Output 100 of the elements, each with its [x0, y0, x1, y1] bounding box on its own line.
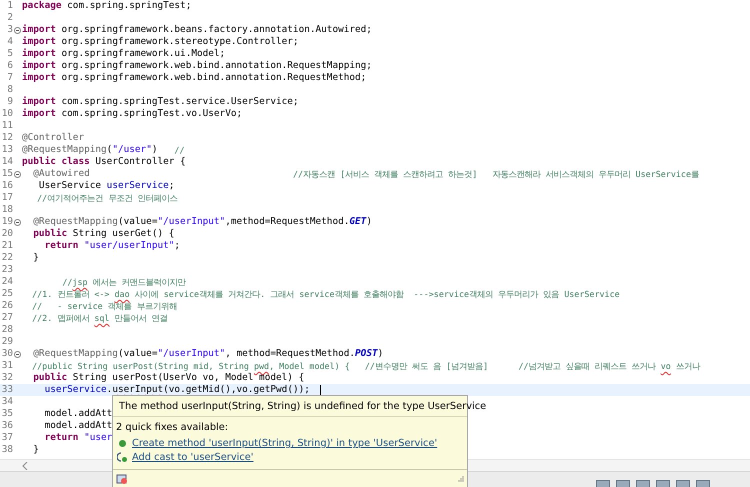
code-text: jsp [72, 276, 88, 288]
code-text: import [22, 108, 56, 120]
code-text: "user [84, 432, 112, 444]
code-text: "/user" [112, 144, 152, 156]
line-number: 2 [6, 12, 13, 24]
code-text: //여기적어주는건 무조건 인터페이스 [36, 192, 178, 204]
code-text: public [32, 372, 68, 384]
code-text: ; [174, 240, 180, 252]
line-number: 14 [0, 156, 13, 168]
code-text: com.spring.springTest.service.UserService; [60, 96, 299, 108]
code-text: . [106, 384, 112, 396]
line-number: 34 [0, 396, 13, 408]
code-text: dao [114, 288, 130, 300]
code-text: vo [660, 360, 671, 372]
code-text: "/userInput" [157, 348, 226, 360]
code-text: import [22, 96, 56, 108]
code-text: //자동스캔 [서비스 객체를 스캔하려고 하는것] 자동스캔해라 서비스객체의 우두머리 UserService를 [292, 168, 699, 180]
code-text: @RequestMapping [32, 216, 118, 228]
code-text: import [22, 36, 56, 48]
code-text: org.springframework.web.bind.annotation.RequestMapping; [60, 60, 372, 72]
code-text: @Controller [22, 132, 84, 144]
code-text: 쓰거나 [674, 360, 700, 372]
code-text: } [32, 252, 39, 264]
line-number: 32 [0, 372, 13, 384]
line-number: 27 [0, 312, 13, 324]
code-text: POST [355, 348, 378, 360]
code-text: package [22, 0, 62, 12]
code-text: (value= [118, 348, 158, 360]
code-text: "user/userInput" [84, 240, 174, 252]
line-number: 30 [0, 348, 13, 360]
code-text: import [22, 48, 56, 60]
code-text: userService [106, 180, 169, 192]
line-number: 3 [6, 24, 13, 36]
line-number: 8 [6, 84, 13, 96]
code-text: com.spring.springTest.vo.UserVo; [60, 108, 242, 120]
code-text: // - service 객체를 부르기위해 [31, 300, 177, 312]
line-number: 18 [0, 204, 13, 216]
line-number: 19 [0, 216, 13, 228]
code-text: pwd [254, 360, 270, 372]
code-text: // [174, 144, 185, 156]
code-text: @RequestMapping [22, 144, 107, 156]
line-number: 22 [0, 252, 13, 264]
line-number: 15 [0, 168, 13, 180]
line-number: 24 [0, 276, 13, 288]
line-number: 12 [0, 132, 13, 144]
line-number: 5 [6, 48, 13, 60]
code-text: import [22, 24, 56, 36]
code-text: (value= [118, 216, 158, 228]
code-text: ,method=RequestMethod. [225, 216, 350, 228]
code-text: import [22, 72, 56, 84]
code-text: ) [366, 216, 372, 228]
code-text: @Autowired [32, 168, 91, 180]
code-text: com.spring.springTest; [66, 0, 192, 12]
code-text: return [44, 432, 80, 444]
line-number: 6 [6, 60, 13, 72]
code-text: @RequestMapping [32, 348, 118, 360]
line-number: 29 [0, 336, 13, 348]
line-number: 7 [6, 72, 13, 84]
code-text: org.springframework.beans.factory.annotation.Autowired; [60, 24, 372, 36]
code-text: //2. 맵퍼에서 [31, 312, 90, 324]
code-text: , Model model) { //변수명만 써도 음 [넘겨받음] //넘겨받고 싶을때 리퀘스트 쓰거나 [269, 360, 657, 372]
code-text: public [32, 228, 68, 240]
code-text: org.springframework.stereotype.Controller; [60, 36, 299, 48]
code-text: } [32, 444, 39, 456]
line-number: 9 [6, 96, 13, 108]
line-number: 23 [0, 264, 13, 276]
line-number: 16 [0, 180, 13, 192]
code-text: org.springframework.web.bind.annotation.RequestMethod; [60, 72, 366, 84]
code-text: org.springframework.ui.Model; [60, 48, 226, 60]
code-text: , method=RequestMethod. [225, 348, 356, 360]
code-text: return [44, 240, 80, 252]
code-text: String userGet() { [72, 228, 174, 240]
code-text: public class [22, 156, 90, 168]
code-text: userInput [112, 384, 164, 396]
code-text: "/userInput" [157, 216, 226, 228]
code-text: model.addAtt [44, 420, 112, 432]
line-number: 20 [0, 228, 13, 240]
line-number: 1 [6, 0, 13, 12]
line-number: 13 [0, 144, 13, 156]
line-number: 31 [0, 360, 13, 372]
code-text: sql [94, 312, 110, 324]
quick-fix-summary: 2 quick fixes available: [116, 422, 230, 433]
code-text: 에서는 커맨드블럭이지만 [92, 276, 186, 288]
line-number: 4 [6, 36, 13, 48]
code-text: String userPost(UserVo vo, Model model) { [72, 372, 304, 384]
line-number: 38 [0, 444, 13, 456]
error-message: The method userInput(String, String) is undefined for the type UserService [119, 400, 486, 412]
code-text: UserService [38, 180, 102, 192]
line-number: 36 [0, 420, 13, 432]
code-text: import [22, 60, 56, 72]
line-number: 10 [0, 108, 13, 120]
line-number: 11 [0, 120, 13, 132]
line-number: 26 [0, 300, 13, 312]
code-text: ) [378, 348, 384, 360]
code-text: ( [106, 144, 112, 156]
code-text: ; [168, 180, 174, 192]
code-text: 만들어서 연결 [114, 312, 168, 324]
line-number: 21 [0, 240, 13, 252]
code-text: UserController { [94, 156, 186, 168]
code-text: //1. 컨트롤러 <-> [31, 288, 110, 300]
